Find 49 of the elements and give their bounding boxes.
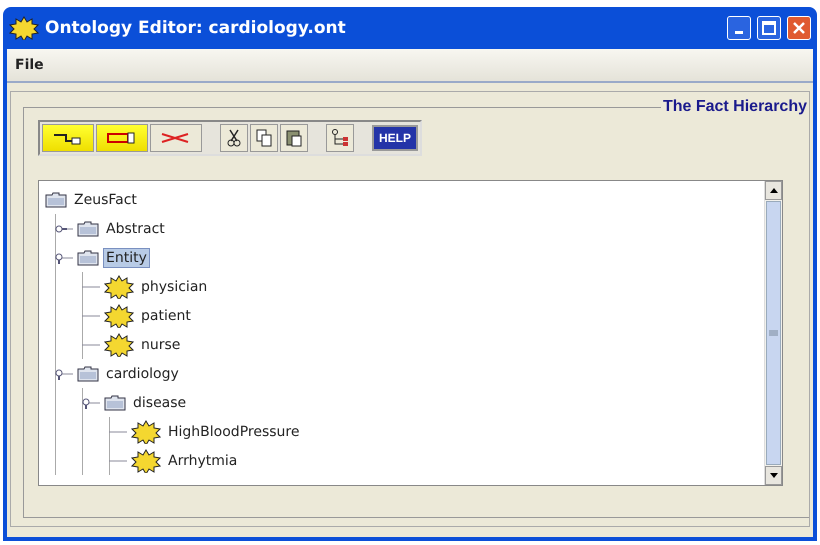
- menu-item[interactable]: File: [11, 57, 48, 73]
- tree-node-label[interactable]: Abstract: [103, 218, 168, 238]
- toolbar-button[interactable]: [42, 124, 94, 152]
- folder-icon: [77, 250, 99, 266]
- expand-handle-icon[interactable]: [82, 396, 100, 408]
- star-burst-icon: [104, 274, 134, 298]
- down-arrow-icon: [770, 473, 778, 478]
- toolbar-button[interactable]: [250, 124, 278, 152]
- star-burst-icon: [104, 332, 134, 356]
- star-burst-icon: [9, 16, 39, 40]
- tree-node-label[interactable]: patient: [138, 306, 194, 326]
- scissors-icon: [227, 129, 241, 147]
- panel-title: The Fact Hierarchy: [662, 98, 808, 116]
- tree-node-label[interactable]: disease: [130, 392, 190, 412]
- copy-icon: [256, 129, 272, 147]
- help-button[interactable]: HELP: [372, 125, 418, 151]
- toolbar-button[interactable]: [96, 124, 148, 152]
- toolbar-button[interactable]: [326, 124, 354, 152]
- star-burst-icon: [131, 420, 161, 444]
- toolbar-button[interactable]: [220, 124, 248, 152]
- maximize-button[interactable]: [757, 16, 781, 40]
- folder-icon: [104, 394, 126, 410]
- star-burst-icon: [131, 448, 161, 472]
- window-title: Ontology Editor: cardiology.ont: [45, 18, 347, 38]
- hierarchy-icon: [331, 129, 349, 147]
- paste-icon: [286, 129, 302, 147]
- expand-handle-icon[interactable]: [55, 222, 73, 234]
- close-icon: [792, 21, 806, 35]
- tree-node-label[interactable]: nurse: [138, 334, 184, 354]
- expand-handle-icon[interactable]: [55, 368, 73, 380]
- minimize-button[interactable]: [727, 16, 751, 40]
- up-arrow-icon: [770, 188, 778, 193]
- folder-icon: [45, 192, 67, 208]
- tree-node-label[interactable]: physician: [138, 276, 210, 296]
- scrollbar[interactable]: [764, 181, 782, 485]
- expand-handle-icon[interactable]: [55, 252, 73, 264]
- tree-node-label[interactable]: cardiology: [103, 364, 182, 384]
- tree-node-label[interactable]: Arrhytmia: [165, 450, 240, 470]
- close-button[interactable]: [787, 16, 811, 40]
- star-burst-icon: [104, 304, 134, 328]
- folder-icon: [77, 366, 99, 382]
- tree-node-label[interactable]: HighBloodPressure: [165, 422, 302, 442]
- maximize-icon: [762, 21, 776, 35]
- grip-icon: [769, 330, 778, 336]
- minimize-icon: [735, 30, 743, 34]
- toolbar-button[interactable]: [280, 124, 308, 152]
- tree-node-label[interactable]: ZeusFact: [71, 190, 140, 210]
- tree-node-label[interactable]: Entity: [103, 248, 150, 268]
- folder-icon: [77, 220, 99, 236]
